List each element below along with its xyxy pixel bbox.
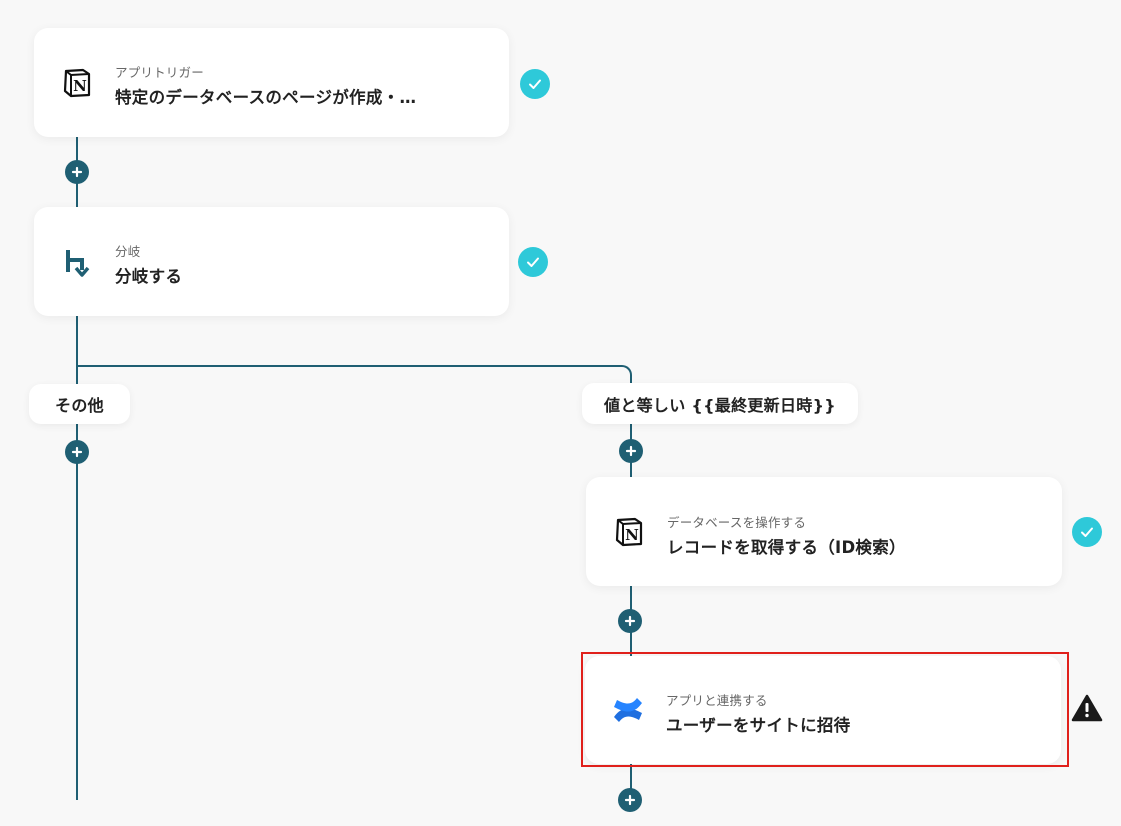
svg-text:N: N (625, 526, 639, 544)
notion-icon: N (612, 515, 646, 549)
svg-text:N: N (73, 77, 87, 95)
warning-icon (1071, 694, 1103, 726)
add-step-button[interactable] (65, 440, 89, 464)
branch-label-other[interactable]: その他 (29, 384, 130, 424)
step-card-branch[interactable]: 分岐 分岐する (34, 207, 509, 316)
step-title: レコードを取得する（ID検索） (667, 538, 906, 557)
add-step-button[interactable] (65, 160, 89, 184)
connector-line-branch-split (76, 365, 622, 367)
step-title: 特定のデータベースのページが作成・… (115, 88, 417, 107)
add-step-button[interactable] (619, 439, 643, 463)
check-icon (1072, 517, 1102, 547)
check-icon (520, 69, 550, 99)
selected-step-highlight (581, 652, 1069, 767)
step-subtitle: 分岐 (115, 244, 141, 259)
branch-label-condition[interactable]: 値と等しい {{最終更新日時}} (582, 383, 858, 424)
add-step-button[interactable] (618, 788, 642, 812)
step-card-trigger[interactable]: N アプリトリガー 特定のデータベースのページが作成・… (34, 28, 509, 137)
step-card-get-record[interactable]: N データベースを操作する レコードを取得する（ID検索） (586, 477, 1062, 586)
step-title: 分岐する (115, 267, 183, 286)
add-step-button[interactable] (618, 609, 642, 633)
notion-icon: N (60, 66, 94, 100)
step-subtitle: データベースを操作する (667, 515, 807, 530)
step-subtitle: アプリトリガー (115, 65, 204, 80)
branch-icon (60, 245, 94, 279)
connector-line-branch-corner (622, 365, 632, 375)
check-icon (518, 247, 548, 277)
